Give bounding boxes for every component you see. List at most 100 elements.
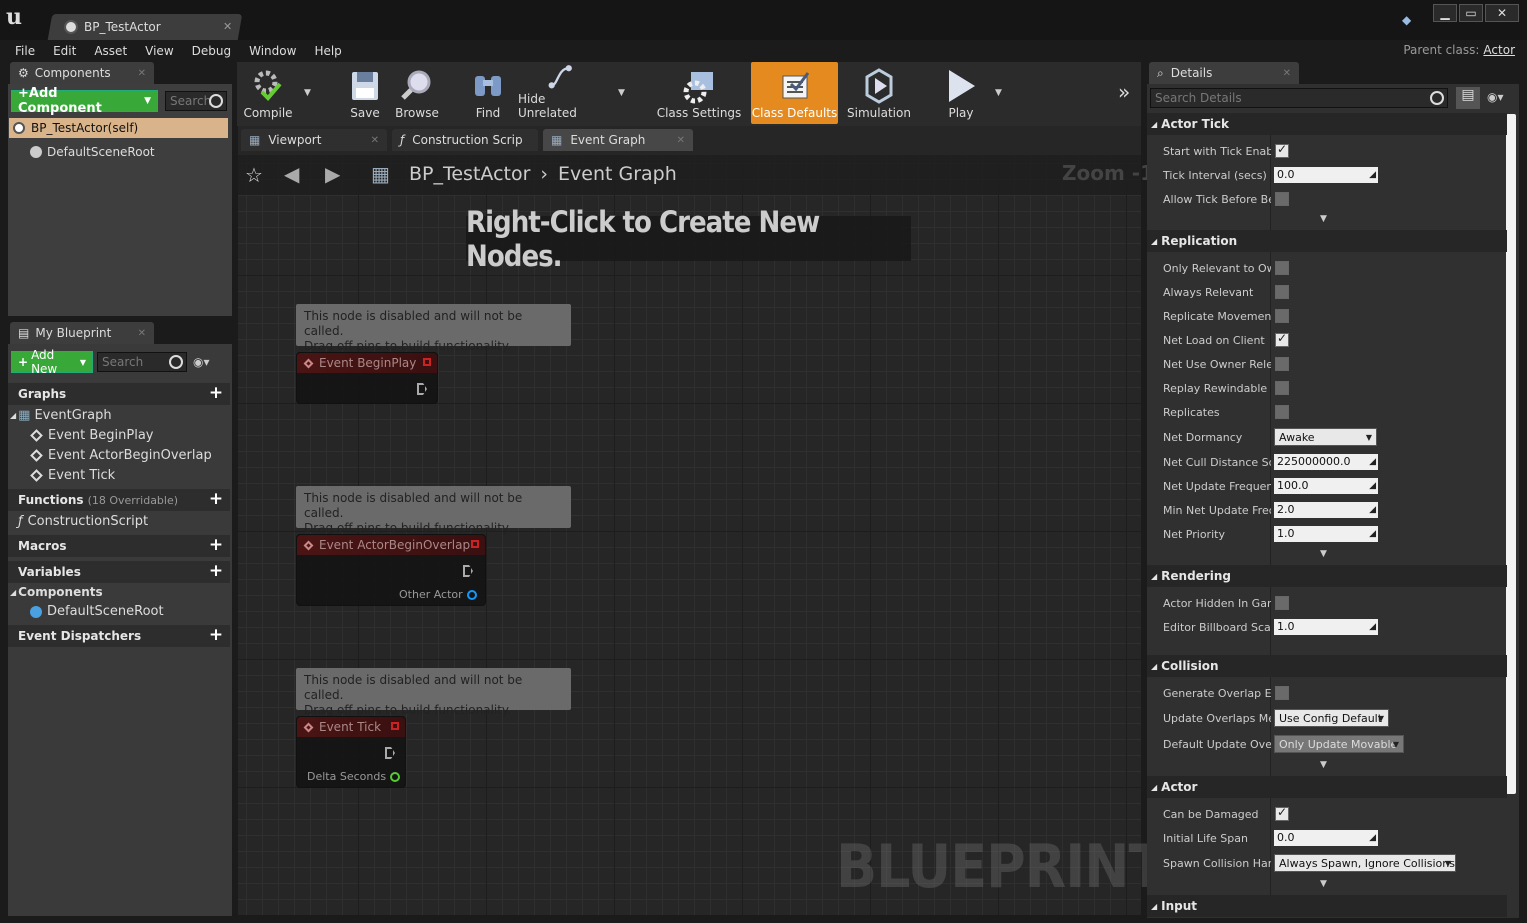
disabled-comment[interactable]: This node is disabled and will not be ca…: [296, 486, 571, 535]
min-net-update-field[interactable]: 2.0: [1274, 502, 1378, 518]
favorite-star-icon[interactable]: ☆: [245, 163, 263, 187]
details-search-input[interactable]: Search Details: [1150, 88, 1448, 108]
menu-help[interactable]: Help: [305, 44, 350, 58]
node-event-tick[interactable]: Event Tick Delta Seconds: [296, 716, 406, 788]
play-button[interactable]: Play: [936, 62, 986, 124]
delegate-pin-icon[interactable]: [391, 722, 399, 730]
class-settings-button[interactable]: Class Settings: [656, 62, 742, 124]
category-actor-tick[interactable]: ◢ Actor Tick: [1147, 113, 1507, 135]
generate-overlap-checkbox[interactable]: [1275, 686, 1289, 700]
billboard-scale-field[interactable]: 1.0: [1274, 619, 1378, 635]
exec-pin-icon[interactable]: [385, 747, 395, 759]
category-event-dispatchers[interactable]: Event Dispatchers +: [8, 625, 230, 647]
category-collision[interactable]: ◢ Collision: [1147, 655, 1507, 677]
net-use-owner-checkbox[interactable]: [1275, 357, 1289, 371]
component-root-item[interactable]: BP_TestActor(self): [9, 118, 228, 138]
close-icon[interactable]: ✕: [138, 328, 146, 339]
breadcrumb-graph[interactable]: Event Graph: [558, 163, 677, 185]
delegate-pin-icon[interactable]: [471, 540, 479, 548]
tree-defaultsceneroot[interactable]: DefaultSceneRoot: [30, 604, 164, 619]
class-defaults-button[interactable]: Class Defaults: [751, 62, 838, 124]
tree-eventgraph[interactable]: ◢ ▦ EventGraph: [10, 408, 112, 423]
add-variable-icon[interactable]: +: [208, 563, 224, 580]
allow-tick-before-checkbox[interactable]: [1275, 192, 1289, 206]
menu-edit[interactable]: Edit: [44, 44, 85, 58]
tab-components[interactable]: ⚙ Components ✕: [10, 62, 154, 84]
pin-other-actor[interactable]: Other Actor: [399, 588, 477, 601]
tree-components-category[interactable]: ◢ Components: [10, 585, 103, 599]
category-functions[interactable]: Functions (18 Overridable) +: [8, 489, 230, 511]
add-component-button[interactable]: +Add Component ▼: [11, 86, 158, 116]
category-replication[interactable]: ◢ Replication: [1147, 230, 1507, 252]
category-rendering[interactable]: ◢ Rendering: [1147, 565, 1507, 587]
save-button[interactable]: Save: [345, 62, 385, 124]
document-tab[interactable]: BP_TestActor: [56, 14, 236, 40]
close-icon[interactable]: ✕: [1283, 68, 1291, 79]
only-relevant-checkbox[interactable]: [1275, 261, 1289, 275]
disabled-comment[interactable]: This node is disabled and will not be ca…: [296, 668, 571, 717]
update-overlaps-dropdown[interactable]: Use Config Default: [1274, 709, 1389, 727]
add-dispatcher-icon[interactable]: +: [208, 627, 224, 644]
always-relevant-checkbox[interactable]: [1275, 285, 1289, 299]
add-new-button[interactable]: + Add New ▼: [11, 348, 93, 376]
replicate-movement-checkbox[interactable]: [1275, 309, 1289, 323]
net-cull-field[interactable]: 225000000.0: [1274, 454, 1378, 470]
close-tab-icon[interactable]: ✕: [223, 20, 232, 33]
minimize-button[interactable]: ▁: [1433, 4, 1457, 22]
replay-rewindable-checkbox[interactable]: [1275, 381, 1289, 395]
menu-window[interactable]: Window: [240, 44, 305, 58]
add-function-icon[interactable]: +: [208, 491, 224, 508]
actor-hidden-checkbox[interactable]: [1275, 596, 1289, 610]
hide-unrelated-options-chevron-icon[interactable]: ▼: [618, 88, 625, 98]
category-input[interactable]: ◢ Input: [1147, 895, 1507, 917]
start-with-tick-checkbox[interactable]: [1275, 142, 1289, 158]
property-matrix-icon[interactable]: ▤: [1456, 87, 1480, 109]
close-icon[interactable]: ✕: [677, 135, 685, 146]
tree-event-actorbeginoverlap[interactable]: Event ActorBeginOverlap: [30, 448, 212, 463]
play-options-chevron-icon[interactable]: ▼: [995, 88, 1002, 98]
tab-my-blueprint[interactable]: ▤ My Blueprint ✕: [10, 322, 154, 344]
net-priority-field[interactable]: 1.0: [1274, 526, 1378, 542]
hide-unrelated-button[interactable]: Hide Unrelated: [518, 62, 604, 124]
can-be-damaged-checkbox[interactable]: [1275, 805, 1289, 821]
tree-construction-script[interactable]: ƒ ConstructionScript: [18, 514, 148, 529]
add-macro-icon[interactable]: +: [208, 537, 224, 554]
pin-delta-seconds[interactable]: Delta Seconds: [307, 770, 401, 783]
close-icon[interactable]: ✕: [371, 135, 379, 146]
add-graph-icon[interactable]: +: [208, 385, 224, 402]
visibility-eye-icon[interactable]: ◉▾: [193, 355, 210, 369]
tick-interval-field[interactable]: 0.0: [1274, 167, 1378, 183]
breadcrumb-asset[interactable]: BP_TestActor: [409, 163, 530, 185]
components-search-input[interactable]: Search: [165, 91, 227, 111]
blueprint-search-input[interactable]: Search: [97, 352, 187, 372]
exec-pin-icon[interactable]: [463, 565, 473, 577]
category-graphs[interactable]: Graphs +: [8, 383, 230, 405]
category-variables[interactable]: Variables +: [8, 561, 230, 583]
node-event-beginplay[interactable]: Event BeginPlay: [296, 352, 438, 404]
net-update-field[interactable]: 100.0: [1274, 478, 1378, 494]
node-event-actorbeginoverlap[interactable]: Event ActorBeginOverlap Other Actor: [296, 534, 486, 606]
net-load-checkbox[interactable]: [1275, 331, 1289, 347]
menu-asset[interactable]: Asset: [85, 44, 136, 58]
disabled-comment[interactable]: This node is disabled and will not be ca…: [296, 304, 571, 353]
menu-file[interactable]: File: [6, 44, 44, 58]
tab-viewport[interactable]: ▦ Viewport ✕: [241, 129, 387, 151]
advanced-expand-icon[interactable]: ▼: [1320, 549, 1327, 559]
delegate-pin-icon[interactable]: [423, 358, 431, 366]
spawn-collision-dropdown[interactable]: Always Spawn, Ignore Collisions: [1274, 854, 1456, 872]
menu-view[interactable]: View: [136, 44, 182, 58]
category-macros[interactable]: Macros +: [8, 535, 230, 557]
parent-class-link[interactable]: Actor: [1483, 43, 1515, 57]
advanced-expand-icon[interactable]: ▼: [1320, 760, 1327, 770]
advanced-expand-icon[interactable]: ▼: [1320, 879, 1327, 889]
close-window-button[interactable]: ✕: [1485, 4, 1519, 22]
tab-construction-script[interactable]: ƒ Construction Scrip: [392, 129, 538, 151]
net-dormancy-dropdown[interactable]: Awake: [1274, 428, 1377, 446]
close-icon[interactable]: ✕: [138, 68, 146, 79]
forward-arrow-icon[interactable]: ▶: [325, 162, 340, 186]
component-child-item[interactable]: DefaultSceneRoot: [30, 145, 155, 159]
life-span-field[interactable]: 0.0: [1274, 830, 1378, 846]
tree-event-beginplay[interactable]: Event BeginPlay: [30, 428, 154, 443]
tab-event-graph[interactable]: ▦ Event Graph ✕: [543, 129, 693, 151]
feedback-icon[interactable]: ◆: [1402, 13, 1418, 27]
